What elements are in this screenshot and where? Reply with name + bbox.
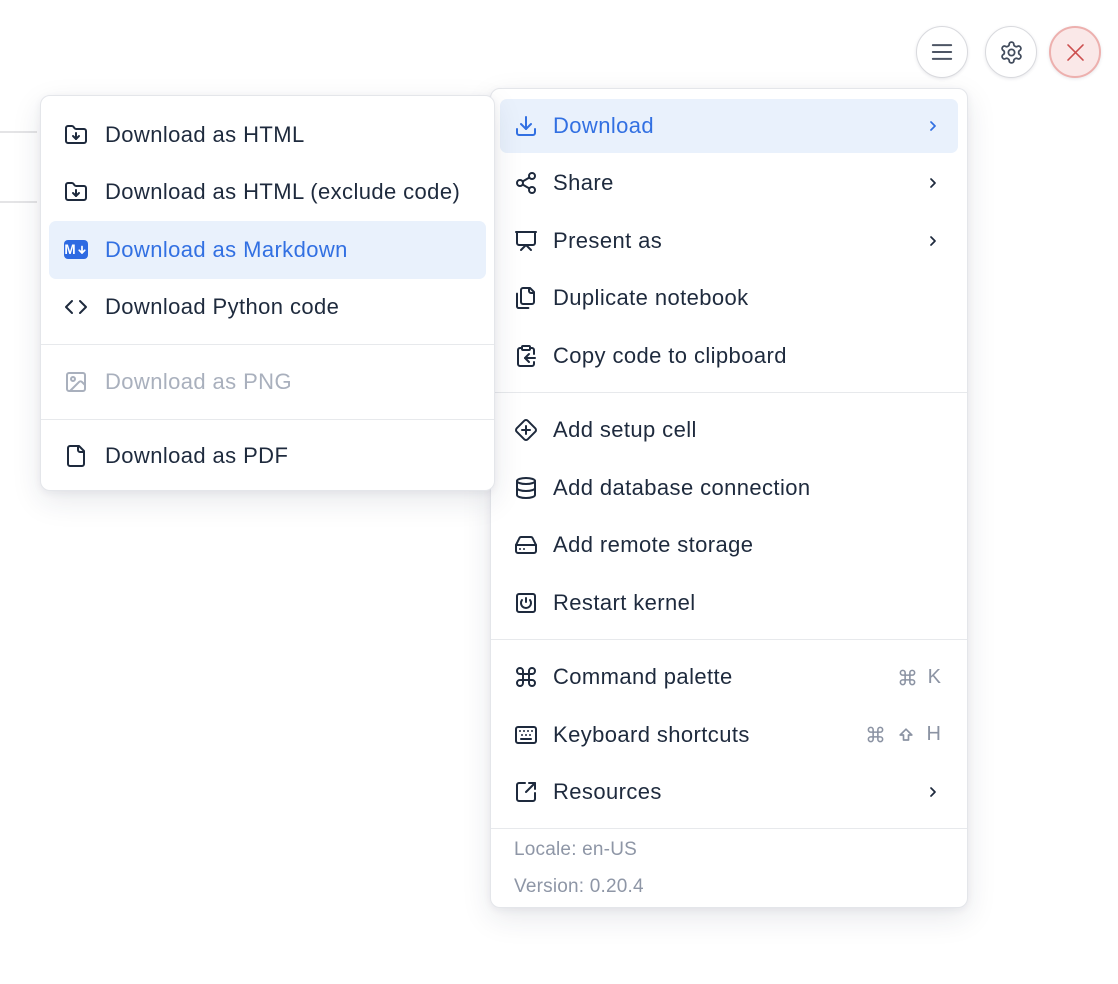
keyboard-icon bbox=[514, 723, 538, 747]
menu-item-label: Download as Markdown bbox=[105, 237, 472, 263]
download-icon bbox=[514, 114, 538, 138]
menu-separator bbox=[491, 392, 967, 393]
menu-separator bbox=[41, 419, 494, 420]
version-text: Version: 0.20.4 bbox=[514, 869, 967, 906]
external-link-icon bbox=[514, 780, 538, 804]
download-submenu: Download as HTML Download as HTML (exclu… bbox=[40, 95, 495, 491]
menu-item-label: Add setup cell bbox=[553, 417, 941, 443]
menu-item-add-database[interactable]: Add database connection bbox=[500, 461, 958, 515]
code-icon bbox=[64, 295, 88, 319]
file-icon bbox=[64, 444, 88, 468]
menu-item-copy-code[interactable]: Copy code to clipboard bbox=[500, 329, 958, 383]
menu-item-label: Download Python code bbox=[105, 294, 472, 320]
hard-drive-icon bbox=[514, 533, 538, 557]
menu-item-label: Restart kernel bbox=[553, 590, 941, 616]
submenu-item-download-html-exclude-code[interactable]: Download as HTML (exclude code) bbox=[49, 164, 486, 222]
menu-item-label: Command palette bbox=[553, 664, 883, 690]
shortcut-hint: H bbox=[866, 723, 941, 746]
power-icon bbox=[514, 591, 538, 615]
menu-footer: Locale: en-US Version: 0.20.4 bbox=[491, 832, 967, 905]
shift-icon bbox=[896, 725, 916, 745]
menu-item-label: Download as PNG bbox=[105, 369, 472, 395]
chevron-right-icon bbox=[925, 175, 941, 191]
presentation-icon bbox=[514, 229, 538, 253]
menu-item-label: Keyboard shortcuts bbox=[553, 722, 851, 748]
menu-item-restart-kernel[interactable]: Restart kernel bbox=[500, 576, 958, 630]
menu-separator bbox=[491, 639, 967, 640]
command-icon bbox=[514, 665, 538, 689]
menu-item-label: Add database connection bbox=[553, 475, 941, 501]
menu-item-label: Download bbox=[553, 113, 910, 139]
menu-item-add-setup-cell[interactable]: Add setup cell bbox=[500, 404, 958, 458]
submenu-item-download-markdown[interactable]: M Download as Markdown bbox=[49, 221, 486, 279]
gear-icon bbox=[999, 40, 1024, 65]
submenu-item-download-html[interactable]: Download as HTML bbox=[49, 106, 486, 164]
menu-item-download[interactable]: Download bbox=[500, 99, 958, 153]
image-icon bbox=[64, 370, 88, 394]
menu-item-resources[interactable]: Resources bbox=[500, 766, 958, 820]
chevron-right-icon bbox=[925, 118, 941, 134]
menu-item-label: Copy code to clipboard bbox=[553, 343, 941, 369]
page-divider-bottom bbox=[0, 201, 37, 203]
share-icon bbox=[514, 171, 538, 195]
menu-item-command-palette[interactable]: Command palette K bbox=[500, 651, 958, 705]
menu-item-label: Download as HTML (exclude code) bbox=[105, 179, 472, 205]
menu-item-present-as[interactable]: Present as bbox=[500, 214, 958, 268]
database-icon bbox=[514, 476, 538, 500]
menu-item-duplicate-notebook[interactable]: Duplicate notebook bbox=[500, 272, 958, 326]
shutdown-button[interactable] bbox=[1049, 26, 1101, 78]
menu-item-keyboard-shortcuts[interactable]: Keyboard shortcuts H bbox=[500, 708, 958, 762]
files-icon bbox=[514, 286, 538, 310]
hamburger-icon bbox=[931, 41, 953, 63]
menu-item-label: Download as HTML bbox=[105, 122, 472, 148]
menu-item-share[interactable]: Share bbox=[500, 157, 958, 211]
markdown-icon: M bbox=[64, 238, 88, 262]
close-icon bbox=[1066, 43, 1085, 62]
chevron-right-icon bbox=[925, 784, 941, 800]
submenu-item-download-pdf[interactable]: Download as PDF bbox=[49, 428, 486, 486]
locale-text: Locale: en-US bbox=[514, 832, 967, 869]
menu-item-label: Share bbox=[553, 170, 910, 196]
submenu-item-download-python[interactable]: Download Python code bbox=[49, 279, 486, 337]
diamond-plus-icon bbox=[514, 418, 538, 442]
folder-down-icon bbox=[64, 180, 88, 204]
chevron-right-icon bbox=[925, 233, 941, 249]
notebook-menu-button[interactable] bbox=[916, 26, 968, 78]
settings-button[interactable] bbox=[985, 26, 1037, 78]
menu-separator bbox=[491, 828, 967, 829]
menu-item-add-remote-storage[interactable]: Add remote storage bbox=[500, 519, 958, 573]
page-divider-top bbox=[0, 131, 37, 133]
folder-down-icon bbox=[64, 123, 88, 147]
menu-item-label: Download as PDF bbox=[105, 443, 472, 469]
menu-item-label: Resources bbox=[553, 779, 910, 805]
clipboard-copy-icon bbox=[514, 344, 538, 368]
menu-item-label: Add remote storage bbox=[553, 532, 941, 558]
command-icon bbox=[898, 668, 917, 687]
submenu-item-download-png[interactable]: Download as PNG bbox=[49, 353, 486, 411]
menu-item-label: Present as bbox=[553, 228, 910, 254]
menu-item-label: Duplicate notebook bbox=[553, 285, 941, 311]
shortcut-hint: K bbox=[898, 666, 941, 689]
command-icon bbox=[866, 725, 885, 744]
menu-separator bbox=[41, 344, 494, 345]
notebook-menu: Download Share Present as Duplicate note… bbox=[490, 88, 968, 908]
